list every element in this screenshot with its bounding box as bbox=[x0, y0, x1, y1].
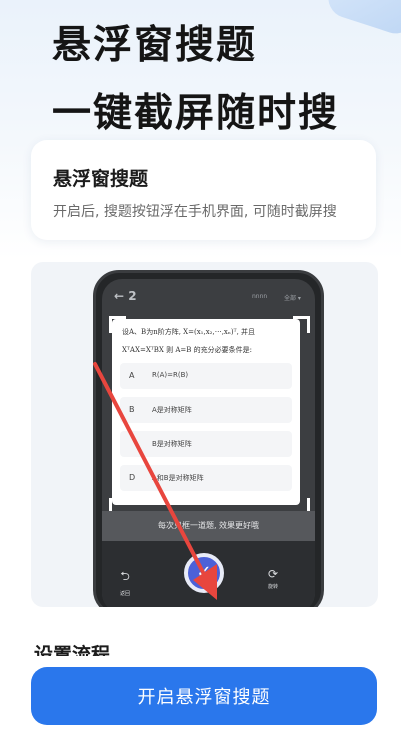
option-text: B是对称矩阵 bbox=[152, 440, 192, 448]
crop-corner-top-right bbox=[293, 316, 310, 333]
option-letter: B bbox=[129, 405, 135, 414]
feature-title: 悬浮窗搜题 bbox=[53, 168, 149, 190]
back-label: 返回 bbox=[120, 591, 131, 597]
screenshot-capture-area: 设A、B为n阶方阵, X=(x₁,x₂,⋯,xₙ)ᵀ, 并且 XᵀAX=XᵀBX… bbox=[112, 319, 300, 505]
rotate-button: ⟳ 旋转 bbox=[268, 567, 278, 590]
option-d: D A和B是对称矩阵 bbox=[120, 465, 292, 491]
question-line1: 设A、B为n阶方阵, X=(x₁,x₂,⋯,xₙ)ᵀ, 并且 bbox=[122, 328, 256, 336]
corner-decoration bbox=[323, 0, 401, 39]
enable-floating-search-button[interactable]: 开启悬浮窗搜题 bbox=[31, 667, 377, 725]
hero-title-line1: 悬浮窗搜题 bbox=[52, 23, 258, 68]
phone-status-right: 全部 ▾ bbox=[284, 295, 301, 302]
option-letter: A bbox=[129, 371, 135, 380]
crop-corner-top-left bbox=[109, 316, 126, 333]
camera-bottom-bar: ⮌ 返回 ✓ ⟳ 旋转 bbox=[102, 541, 315, 607]
option-c: B是对称矩阵 bbox=[120, 431, 292, 457]
option-text: R(A)=R(B) bbox=[152, 371, 189, 379]
feature-info-card: 悬浮窗搜题 开启后, 搜题按钮浮在手机界面, 可随时截屏搜 bbox=[31, 140, 376, 240]
option-a: A R(A)=R(B) bbox=[120, 363, 292, 389]
setup-process-heading: 设置流程 bbox=[34, 644, 111, 656]
option-text: A和B是对称矩阵 bbox=[152, 474, 204, 482]
rotate-label: 旋转 bbox=[268, 584, 279, 590]
phone-status-mid: nnnn bbox=[252, 293, 268, 300]
option-b: B A是对称矩阵 bbox=[120, 397, 292, 423]
question-line2: XᵀAX=XᵀBX 则 A=B 的充分必要条件是: bbox=[122, 346, 252, 354]
phone-screen: ← 2 nnnn 全部 ▾ 设A、B为n阶方阵, X=(x₁,x₂,⋯,xₙ)ᵀ… bbox=[102, 279, 315, 607]
back-arrow-icon: ⮌ bbox=[120, 569, 130, 583]
option-letter: D bbox=[129, 473, 136, 482]
phone-status-left: ← 2 bbox=[114, 289, 137, 303]
phone-mockup: ← 2 nnnn 全部 ▾ 设A、B为n阶方阵, X=(x₁,x₂,⋯,xₙ)ᵀ… bbox=[93, 270, 324, 607]
back-button: ⮌ 返回 bbox=[120, 567, 130, 597]
feature-description: 开启后, 搜题按钮浮在手机界面, 可随时截屏搜 bbox=[53, 204, 337, 220]
rotate-icon: ⟳ bbox=[268, 567, 279, 581]
checkmark-icon: ✓ bbox=[184, 553, 224, 593]
capture-tip: 每次只框一道题, 效果更好哦 bbox=[102, 511, 315, 541]
hero-title-line2: 一键截屏随时搜 bbox=[52, 91, 340, 136]
option-text: A是对称矩阵 bbox=[152, 406, 192, 414]
demo-illustration: ← 2 nnnn 全部 ▾ 设A、B为n阶方阵, X=(x₁,x₂,⋯,xₙ)ᵀ… bbox=[31, 262, 378, 607]
